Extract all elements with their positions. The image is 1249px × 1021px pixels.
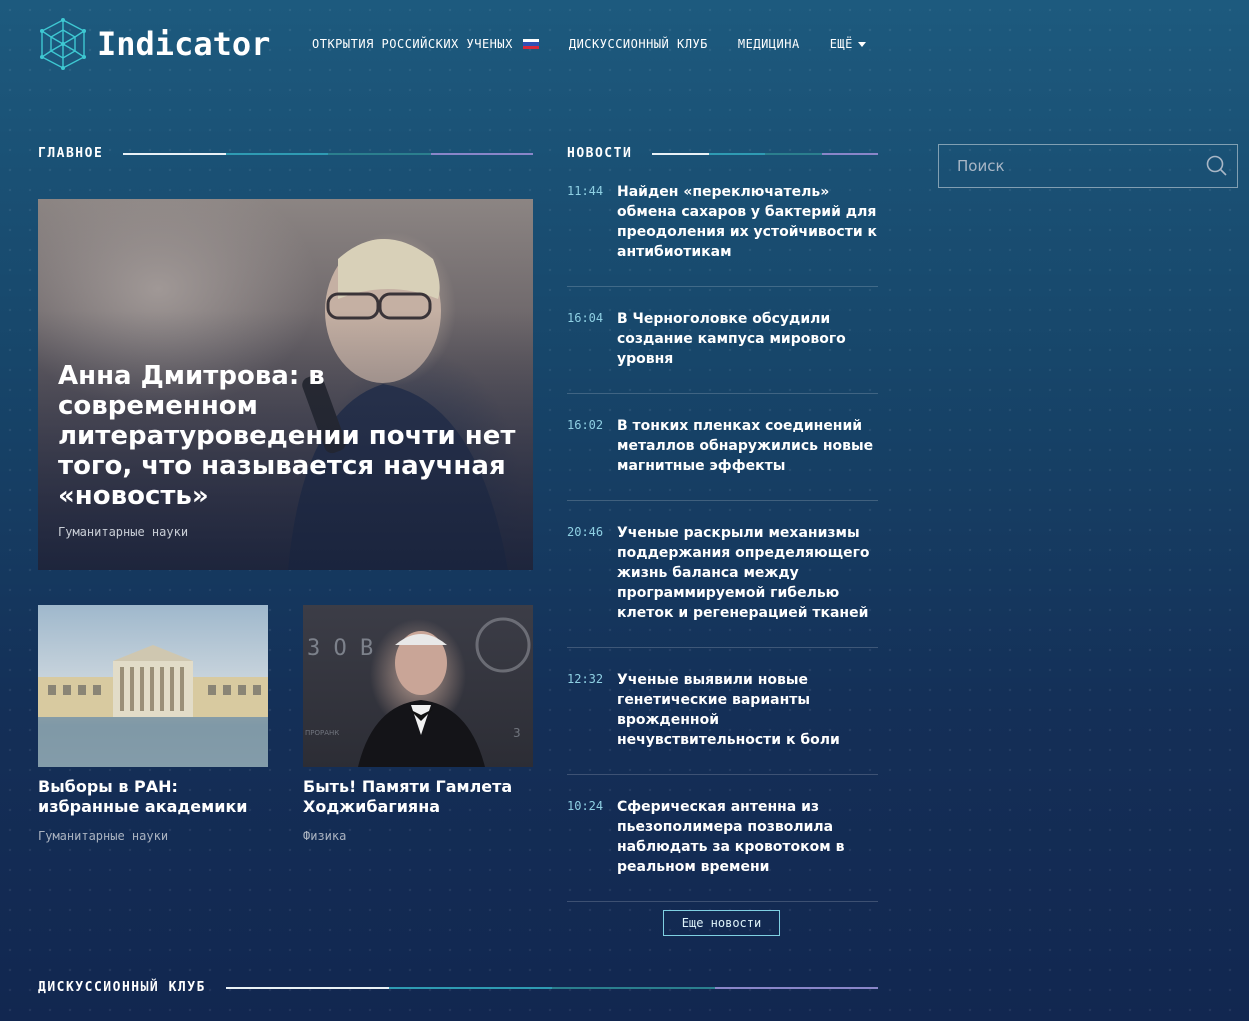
news-title[interactable]: В тонких пленках соединений металлов обн… bbox=[617, 416, 878, 476]
news-time: 16:02 bbox=[567, 418, 604, 432]
article-thumbnail: З О В ПРОРАНК 3 bbox=[303, 605, 533, 767]
search-box bbox=[938, 144, 1238, 188]
featured-title: Анна Дмитрова: в современном литературов… bbox=[58, 361, 516, 511]
section-title-label: НОВОСТИ bbox=[567, 146, 633, 161]
photo-banner-text: ПРОРАНК bbox=[305, 729, 339, 737]
article-title: Быть! Памяти Гамлета Ходжибагияна bbox=[303, 777, 513, 816]
news-time: 10:24 bbox=[567, 799, 604, 813]
search-input[interactable] bbox=[939, 156, 1197, 176]
logo[interactable]: Indicator bbox=[37, 17, 270, 71]
news-time: 11:44 bbox=[567, 184, 604, 198]
news-time: 12:32 bbox=[567, 672, 604, 686]
logo-icon bbox=[40, 18, 86, 70]
article-thumbnail bbox=[38, 605, 268, 767]
flag-stripe-red bbox=[522, 45, 539, 50]
logo-text: Indicator bbox=[97, 25, 271, 63]
news-title[interactable]: Найден «переключатель» обмена сахаров у … bbox=[617, 182, 878, 262]
featured-rubric[interactable]: Гуманитарные науки bbox=[58, 525, 188, 539]
nav-item-more[interactable]: ЕЩЁ bbox=[830, 37, 866, 51]
nav-item-label: ОТКРЫТИЯ РОССИЙСКИХ УЧЕНЫХ bbox=[312, 37, 513, 51]
article-title: Выборы в РАН: избранные академики bbox=[38, 777, 248, 816]
featured-article[interactable]: Анна Дмитрова: в современном литературов… bbox=[38, 199, 533, 570]
article-card[interactable]: Выборы в РАН: избранные академики Гумани… bbox=[38, 605, 268, 843]
news-title[interactable]: В Черноголовке обсудили создание кампуса… bbox=[617, 309, 878, 369]
section-title-label: ДИСКУССИОННЫЙ КЛУБ bbox=[38, 980, 206, 995]
caret-down-icon bbox=[857, 41, 866, 47]
section-divider bbox=[225, 986, 879, 989]
article-rubric[interactable]: Физика bbox=[303, 829, 533, 843]
news-time: 16:04 bbox=[567, 311, 604, 325]
russian-flag-icon bbox=[522, 38, 539, 50]
section-title-label: ГЛАВНОЕ bbox=[38, 146, 104, 161]
search-icon[interactable] bbox=[1197, 155, 1237, 177]
news-item[interactable]: 11:44 Найден «переключатель» обмена саха… bbox=[567, 182, 878, 287]
nav-item-label: ЕЩЁ bbox=[829, 37, 853, 51]
more-news-button[interactable]: Еще новости bbox=[663, 910, 780, 936]
nav-item-discoveries[interactable]: ОТКРЫТИЯ РОССИЙСКИХ УЧЕНЫХ bbox=[312, 37, 539, 51]
nav-item-label: МЕДИЦИНА bbox=[737, 37, 800, 51]
photo-corner-digit: 3 bbox=[513, 726, 521, 740]
article-rubric[interactable]: Гуманитарные науки bbox=[38, 829, 268, 843]
article-card[interactable]: З О В ПРОРАНК 3 Быть! Памяти Гамлета Ход… bbox=[303, 605, 533, 843]
section-divider bbox=[123, 152, 533, 155]
news-item[interactable]: 12:32 Ученые выявили новые генетические … bbox=[567, 670, 878, 775]
section-title-main: ГЛАВНОЕ bbox=[38, 146, 533, 161]
photo-wall-letters: З О В bbox=[307, 636, 373, 661]
section-title-club: ДИСКУССИОННЫЙ КЛУБ bbox=[38, 980, 879, 995]
news-item[interactable]: 10:24 Сферическая антенна из пьезополиме… bbox=[567, 797, 878, 902]
nav-item-label: ДИСКУССИОННЫЙ КЛУБ bbox=[568, 37, 708, 51]
news-title[interactable]: Сферическая антенна из пьезополимера поз… bbox=[617, 797, 878, 877]
news-time: 20:46 bbox=[567, 525, 604, 539]
section-divider bbox=[652, 152, 878, 155]
news-item[interactable]: 20:46 Ученые раскрыли механизмы поддержа… bbox=[567, 523, 878, 648]
main-nav: ОТКРЫТИЯ РОССИЙСКИХ УЧЕНЫХ ДИСКУССИОННЫЙ… bbox=[312, 37, 896, 51]
news-item[interactable]: 16:04 В Черноголовке обсудили создание к… bbox=[567, 309, 878, 394]
news-item[interactable]: 16:02 В тонких пленках соединений металл… bbox=[567, 416, 878, 501]
nav-item-club[interactable]: ДИСКУССИОННЫЙ КЛУБ bbox=[569, 37, 708, 51]
section-title-news: НОВОСТИ bbox=[567, 146, 878, 161]
news-title[interactable]: Ученые раскрыли механизмы поддержания оп… bbox=[617, 523, 878, 623]
news-list: 11:44 Найден «переключатель» обмена саха… bbox=[567, 182, 878, 924]
news-title[interactable]: Ученые выявили новые генетические вариан… bbox=[617, 670, 878, 750]
nav-item-medicine[interactable]: МЕДИЦИНА bbox=[738, 37, 800, 51]
